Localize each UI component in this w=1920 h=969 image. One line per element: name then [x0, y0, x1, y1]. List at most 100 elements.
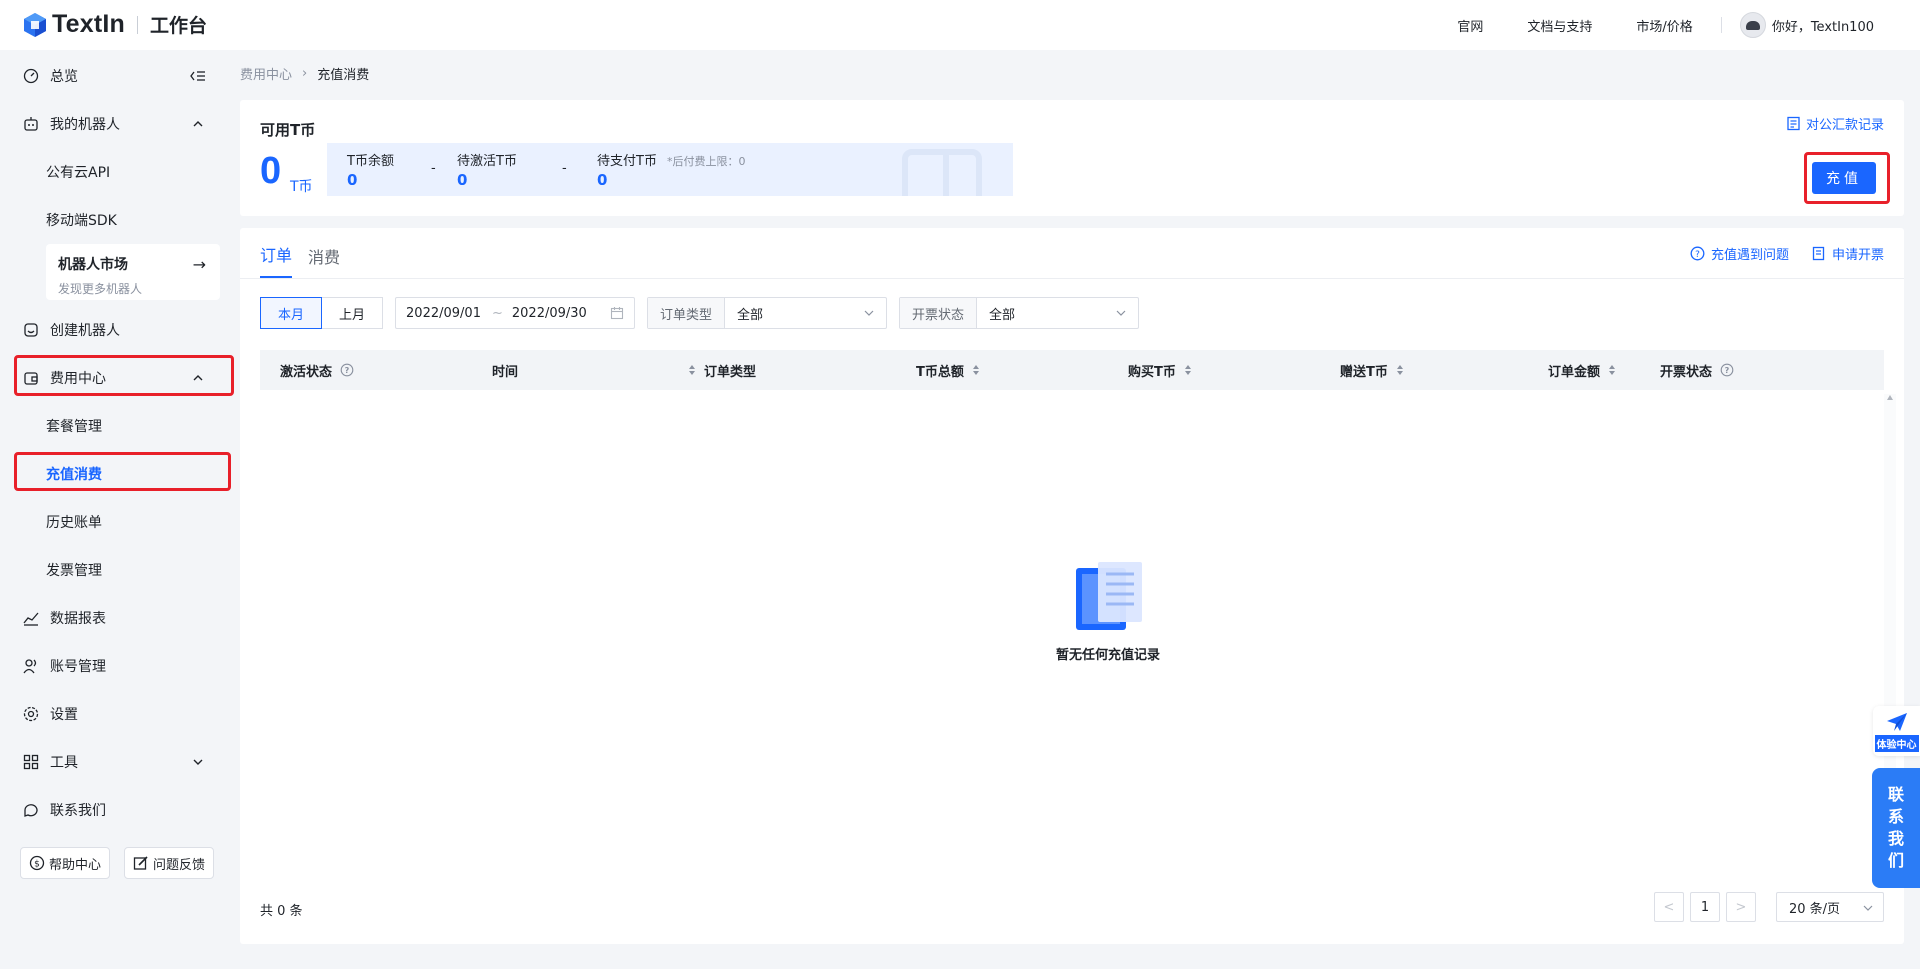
arrow-right-icon: →	[192, 255, 206, 274]
sidebar-item-recharge-consume[interactable]: 充值消费	[46, 456, 102, 492]
sidebar-item-label: 总览	[50, 69, 78, 85]
robot-market-card[interactable]: 机器人市场 发现更多机器人 →	[46, 244, 220, 300]
column-order-type: 订单类型	[704, 350, 756, 390]
period-this-month-button[interactable]: 本月	[260, 297, 323, 329]
brand-logo[interactable]: TextIn 工作台	[22, 10, 207, 39]
sidebar-item-data-reports[interactable]: 数据报表	[14, 600, 220, 636]
sidebar-item-invoice-mgmt[interactable]: 发票管理	[46, 552, 102, 588]
column-gift-coins[interactable]: 赠送T币	[1340, 350, 1404, 390]
orders-tabs: 订单 消费	[260, 228, 356, 278]
page-size-value: 20 条/页	[1789, 901, 1841, 917]
page-size-select[interactable]: 20 条/页	[1776, 892, 1884, 922]
order-type-value: 全部	[737, 307, 764, 323]
sidebar-item-public-api[interactable]: 公有云API	[46, 154, 110, 190]
apply-invoice-link[interactable]: 申请开票	[1811, 244, 1884, 263]
question-circle-icon: ?	[1690, 246, 1705, 261]
coin-balance-value: 0	[347, 171, 358, 189]
top-link-docs[interactable]: 文档与支持	[1527, 16, 1592, 35]
sidebar-item-mobile-sdk[interactable]: 移动端SDK	[46, 202, 117, 238]
date-range-picker[interactable]: 2022/09/01 ~ 2022/09/30	[395, 297, 636, 329]
empty-document-icon	[1068, 558, 1148, 634]
chevron-up-icon	[193, 121, 203, 127]
contact-us-widget[interactable]: 联 系 我 们	[1872, 768, 1920, 888]
chevron-up-icon	[193, 375, 203, 381]
sidebar-item-overview[interactable]: 总览	[14, 58, 220, 94]
brand-divider	[136, 15, 138, 34]
sidebar-item-create-robot[interactable]: 创建机器人	[14, 312, 220, 348]
column-invoice-status: 开票状态 ?	[1660, 350, 1734, 390]
top-link-official-site[interactable]: 官网	[1457, 16, 1483, 35]
page-number-button[interactable]: 1	[1690, 892, 1720, 922]
robot-market-subtitle: 发现更多机器人	[58, 282, 143, 296]
contact-char: 我	[1887, 829, 1904, 848]
breadcrumb: 费用中心 › 充值消费	[240, 64, 369, 83]
next-page-button[interactable]: >	[1726, 892, 1756, 922]
feedback-button[interactable]: 问题反馈	[124, 847, 215, 879]
avatar	[1739, 12, 1766, 38]
users-icon	[22, 657, 40, 675]
chevron-down-icon	[1863, 905, 1873, 911]
scroll-up-icon[interactable]	[1886, 394, 1894, 402]
sidebar-item-label: 联系我们	[50, 803, 106, 819]
user-greeting: 你好，TextIn100	[1771, 19, 1874, 35]
sidebar-item-label: 数据报表	[50, 611, 106, 627]
recharge-problem-label: 充值遇到问题	[1710, 248, 1789, 263]
coin-pending-payment-label: 待支付T币 *后付费上限：0	[597, 150, 745, 169]
date-start: 2022/09/01	[406, 305, 481, 321]
sidebar-item-tools[interactable]: 工具	[14, 744, 220, 780]
period-last-month-button[interactable]: 上月	[322, 297, 384, 329]
top-nav: 官网 文档与支持 市场/价格 你好，TextIn100	[1413, 0, 1920, 50]
sort-icon	[1609, 365, 1616, 375]
recharge-button[interactable]: 充值	[1812, 162, 1876, 194]
column-time[interactable]: 时间	[492, 350, 696, 390]
invoice-status-select[interactable]: 全部	[977, 298, 1138, 328]
prev-page-button[interactable]: <	[1654, 892, 1684, 922]
chevron-down-icon	[193, 759, 203, 765]
column-purchased-coins[interactable]: 购买T币	[1128, 350, 1192, 390]
coin-pending-activation-label: 待激活T币	[457, 154, 517, 169]
sidebar-item-label: 设置	[50, 707, 78, 723]
orders-help-links: ? 充值遇到问题 申请开票	[1668, 244, 1884, 263]
sidebar-item-account-mgmt[interactable]: 账号管理	[14, 648, 220, 684]
coin-balance: T币余额 0	[347, 150, 394, 189]
experience-center-widget[interactable]: 体验中心	[1873, 706, 1920, 756]
sort-icon	[689, 365, 695, 375]
column-order-amount[interactable]: 订单金额	[1548, 350, 1616, 390]
help-center-button[interactable]: $ 帮助中心	[20, 847, 111, 879]
chevron-down-icon	[864, 310, 874, 316]
sidebar-item-contact-us[interactable]: 联系我们	[14, 792, 220, 828]
dashboard-icon	[22, 67, 40, 85]
create-robot-icon	[22, 321, 40, 339]
top-link-market-price[interactable]: 市场/价格	[1636, 16, 1692, 35]
sidebar-item-settings[interactable]: 设置	[14, 696, 220, 732]
coin-watermark-bar	[943, 149, 949, 196]
breadcrumb-parent[interactable]: 费用中心	[240, 64, 292, 83]
sidebar-item-package-mgmt[interactable]: 套餐管理	[46, 408, 102, 444]
breadcrumb-current: 充值消费	[317, 68, 370, 83]
recharge-problem-link[interactable]: ? 充值遇到问题	[1690, 244, 1789, 263]
user-menu[interactable]: 你好，TextIn100	[1739, 12, 1874, 38]
order-type-select[interactable]: 全部	[725, 298, 886, 328]
question-circle-icon[interactable]: ?	[1720, 363, 1734, 377]
total-count: 共 0 条	[260, 904, 303, 919]
svg-text:$: $	[34, 860, 40, 870]
column-label: T币总额	[916, 364, 964, 380]
svg-text:?: ?	[1725, 366, 1730, 375]
breadcrumb-separator-icon: ›	[302, 66, 308, 81]
grid-icon	[22, 753, 40, 771]
sidebar-item-history-bills[interactable]: 历史账单	[46, 504, 102, 540]
sidebar-item-billing-center[interactable]: 费用中心	[14, 360, 220, 396]
tab-consumption[interactable]: 消费	[308, 244, 340, 278]
available-coin-title: 可用T币	[260, 121, 316, 139]
column-total-coins[interactable]: T币总额	[916, 350, 980, 390]
tab-orders[interactable]: 订单	[260, 242, 293, 278]
sidebar-item-my-robots[interactable]: 我的机器人	[14, 106, 220, 142]
collapse-sidebar-icon[interactable]	[190, 69, 206, 83]
wire-transfer-records-link[interactable]: 对公汇款记录	[1786, 114, 1884, 133]
calendar-icon	[610, 307, 624, 320]
textin-logo-icon	[24, 12, 46, 37]
pagination: < 1 > 20 条/页	[1648, 892, 1884, 922]
tabs-divider	[240, 278, 1904, 279]
edit-icon	[133, 855, 149, 871]
question-circle-icon[interactable]: ?	[340, 363, 354, 377]
